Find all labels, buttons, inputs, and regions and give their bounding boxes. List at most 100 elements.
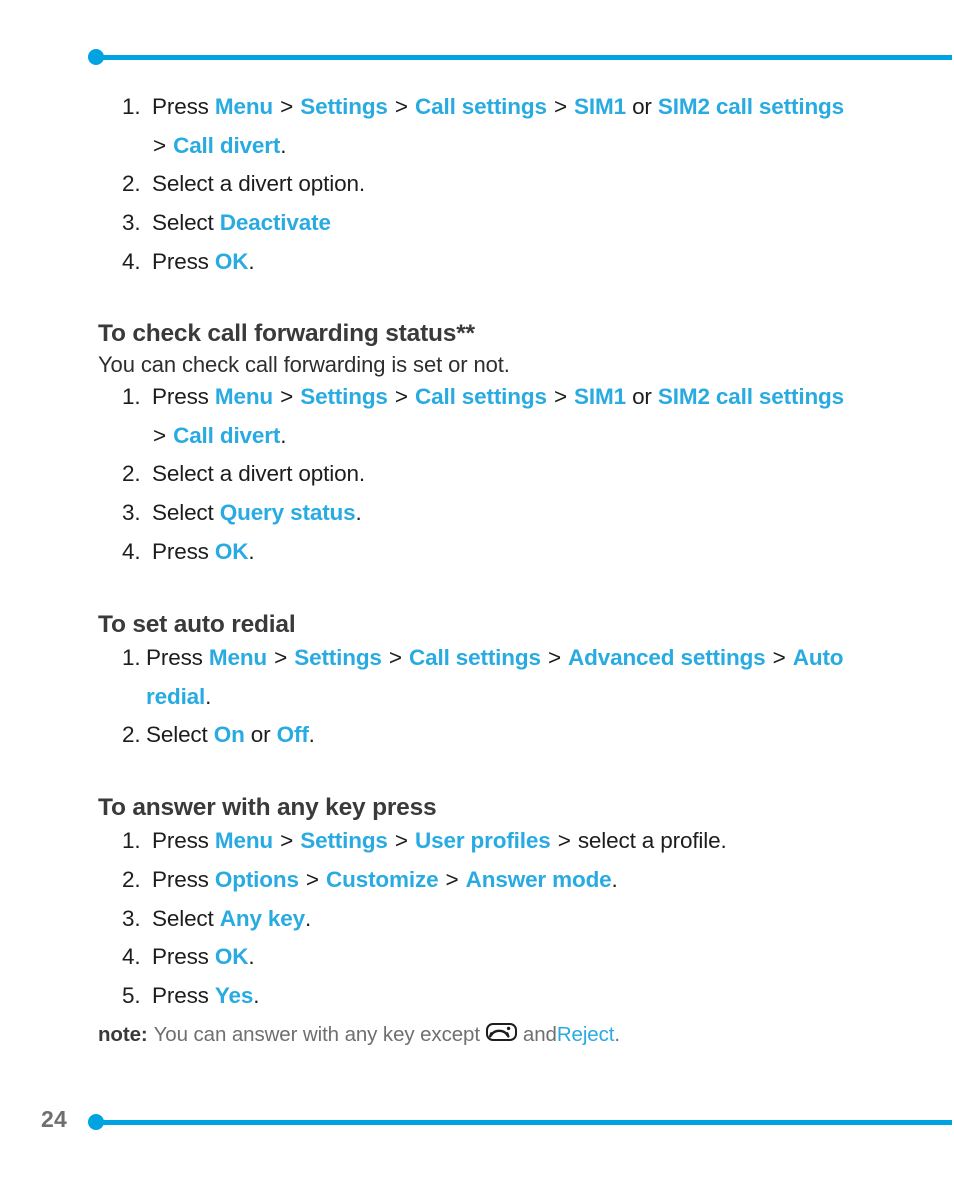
menu-token: Call settings	[409, 644, 541, 670]
step-text: or	[244, 722, 277, 748]
separator-gt: >	[388, 384, 414, 410]
step-number: 3.	[122, 210, 141, 236]
step-text: .	[611, 867, 618, 893]
step-number: 1.	[122, 828, 141, 854]
step-item: 2. Select a divert option.	[98, 455, 898, 494]
footer-rule	[95, 1120, 952, 1125]
step-line: Press OK.	[152, 538, 255, 564]
note-text: You can answer with any key except	[153, 1022, 480, 1046]
menu-token: Settings	[300, 384, 388, 410]
step-line: Select Query status.	[152, 500, 362, 525]
step-text: Press	[152, 867, 215, 893]
separator-gt: >	[268, 644, 294, 670]
separator-gt: >	[547, 384, 574, 410]
step-text: .	[280, 132, 287, 158]
step-number: 3.	[122, 500, 141, 526]
menu-token: Call divert	[173, 422, 281, 448]
section-heading: To check call forwarding status**	[98, 320, 475, 348]
separator-gt: >	[274, 94, 300, 119]
step-text: select a profile.	[577, 828, 727, 854]
step-text: Select	[152, 905, 220, 931]
note-text-after-icon: and	[522, 1022, 557, 1046]
step-text: .	[308, 722, 315, 748]
step-continuation-line: > Call divert.	[152, 127, 898, 166]
step-number: 1.	[122, 94, 141, 119]
separator-gt: >	[382, 644, 408, 670]
step-item: 4. Press OK.	[98, 938, 898, 977]
step-list: 1. Press Menu > Settings > Call settings …	[98, 378, 898, 571]
header-rule-dot	[88, 49, 104, 65]
menu-token: Query status	[219, 500, 356, 526]
step-text: Select	[152, 500, 220, 526]
menu-token: Off	[276, 722, 309, 748]
step-text: .	[355, 500, 362, 526]
step-text: .	[248, 248, 255, 274]
section-heading: To answer with any key press	[98, 793, 437, 821]
step-line: Press Options > Customize > Answer mode.	[152, 867, 618, 892]
note: note: You can answer with any key except …	[98, 1022, 898, 1049]
menu-token: Menu	[214, 94, 274, 119]
step-number: 4.	[122, 538, 141, 564]
note-accent-token: Reject	[556, 1022, 615, 1046]
separator-gt: >	[153, 422, 173, 448]
menu-token: Settings	[294, 644, 382, 670]
menu-token: OK	[214, 944, 249, 970]
section-heading: To set auto redial	[98, 610, 296, 638]
section-set-auto-redial: To set auto redial 1. Press Menu > Setting…	[98, 610, 898, 755]
step-text: Press	[152, 983, 215, 1009]
step-number: 2.	[122, 867, 141, 893]
section-deactivate-call-forwarding: 1. Press Menu > Settings > Call settings …	[98, 88, 898, 281]
step-line: Select a divert option.	[152, 171, 365, 196]
menu-token: SIM2 call settings	[657, 384, 845, 410]
step-text: Select	[146, 722, 214, 748]
step-line: Press Menu > Settings > User profiles > …	[152, 828, 727, 853]
step-number: 2.	[122, 722, 141, 748]
step-text: Select a divert option.	[152, 171, 365, 197]
step-item: 3. Select Query status.	[98, 494, 898, 533]
menu-token: Options	[214, 867, 299, 893]
manual-page: 1. Press Menu > Settings > Call settings …	[0, 0, 954, 1179]
menu-token: Menu	[214, 828, 274, 854]
section-answer-with-any-key-press: To answer with any key press 1. Press Menu…	[98, 793, 898, 1048]
step-text: or	[625, 94, 658, 119]
step-text: Press	[152, 248, 215, 274]
step-line: Press Yes.	[152, 983, 259, 1008]
step-number: 1.	[122, 644, 141, 670]
separator-gt: >	[766, 644, 792, 670]
step-text: .	[248, 538, 255, 564]
step-number: 2.	[122, 171, 141, 197]
step-text: Select a divert option.	[152, 461, 365, 487]
menu-token: Advanced settings	[568, 644, 766, 670]
menu-token: SIM1	[574, 94, 626, 119]
header-rule	[95, 55, 952, 60]
step-text: Press	[152, 538, 215, 564]
step-item: 1. Press Menu > Settings > Call settings …	[98, 378, 898, 455]
menu-token: Yes	[214, 983, 254, 1009]
step-item: 4. Press OK.	[98, 243, 898, 282]
step-text: .	[280, 422, 287, 448]
step-item: 2. Select On or Off.	[98, 716, 898, 755]
step-item: 5. Press Yes.	[98, 977, 898, 1016]
menu-token: SIM1	[574, 384, 626, 410]
separator-gt: >	[299, 867, 326, 893]
step-number: 5.	[122, 983, 141, 1009]
note-label: note:	[98, 1022, 148, 1046]
step-line: Select a divert option.	[152, 461, 365, 486]
menu-token: OK	[214, 538, 249, 564]
step-item: 3. Select Deactivate	[98, 204, 898, 243]
footer-rule-dot	[88, 1114, 104, 1130]
step-item: 1. Press Menu > Settings > Call settings …	[98, 88, 898, 165]
end-call-key-icon	[485, 1022, 517, 1041]
step-item: 1. Press Menu > Settings > User profiles …	[98, 822, 898, 861]
menu-token: redial	[146, 683, 206, 709]
step-line: Press OK.	[152, 944, 255, 970]
step-number: 1.	[122, 384, 141, 410]
step-continuation-line: redial.	[146, 678, 898, 717]
menu-token: Settings	[300, 828, 388, 854]
step-number: 3.	[122, 905, 141, 931]
step-item: 3. Select Any key.	[98, 900, 898, 939]
step-line: Select Any key.	[152, 906, 311, 931]
separator-gt: >	[551, 828, 577, 854]
